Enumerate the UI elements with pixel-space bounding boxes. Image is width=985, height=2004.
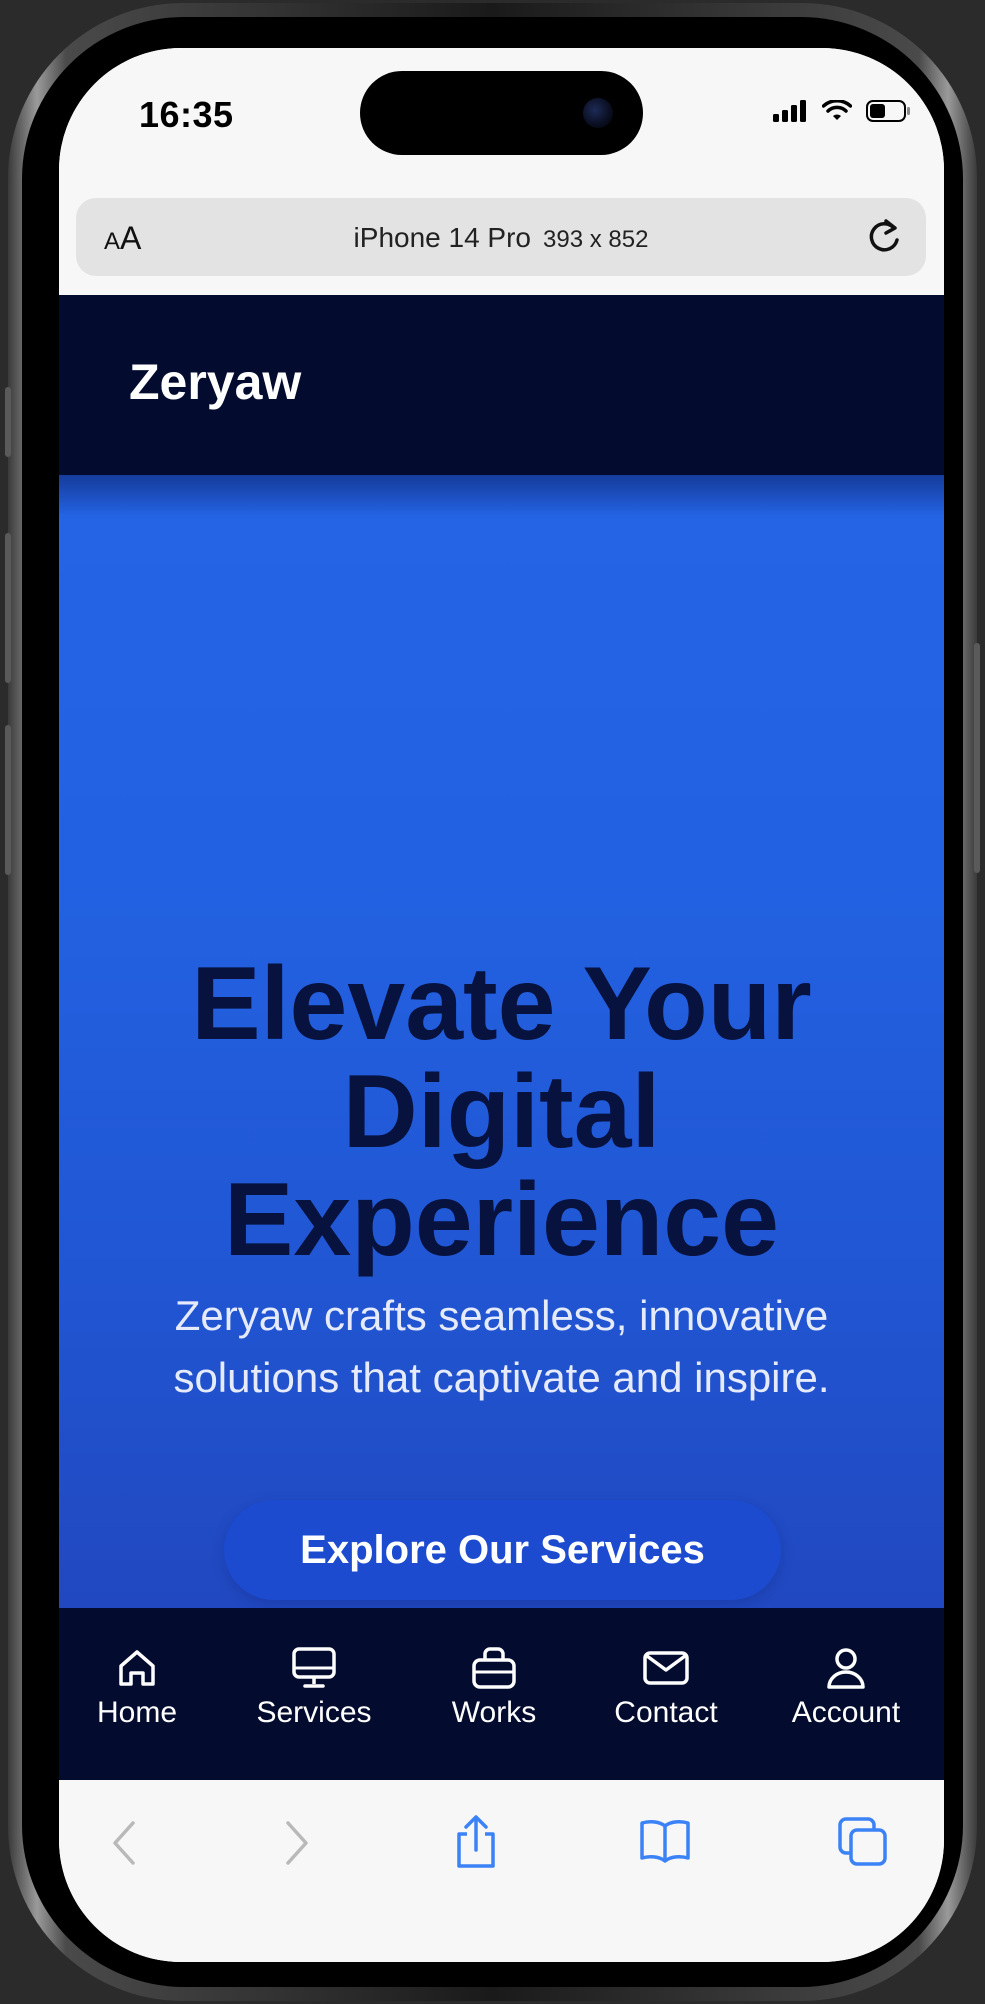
explore-services-button[interactable]: Explore Our Services — [224, 1500, 781, 1600]
phone-screen: 16:35 AA iPhone 14 Pro 393 x 852 Zeryaw … — [59, 48, 944, 1962]
briefcase-icon — [472, 1647, 516, 1689]
address-bar-text: iPhone 14 Pro 393 x 852 — [76, 222, 926, 254]
camera-icon — [583, 98, 613, 128]
hero-shadow — [59, 475, 944, 515]
bookmarks-icon[interactable] — [639, 1818, 691, 1864]
brand-logo[interactable]: Zeryaw — [129, 353, 301, 411]
status-time: 16:35 — [139, 94, 234, 135]
browser-toolbar — [59, 1780, 944, 1962]
nav-item-services[interactable]: Services — [249, 1646, 379, 1730]
wifi-icon — [822, 100, 852, 120]
reload-icon[interactable] — [864, 216, 904, 258]
power-button — [974, 643, 980, 873]
nav-item-contact[interactable]: Contact — [606, 1646, 726, 1730]
nav-label-services: Services — [256, 1696, 372, 1729]
nav-item-works[interactable]: Works — [439, 1646, 549, 1730]
monitor-icon — [292, 1647, 336, 1688]
battery-icon — [866, 100, 910, 122]
share-icon[interactable] — [453, 1814, 499, 1870]
device-dimensions: 393 x 852 — [543, 226, 649, 253]
mail-icon — [643, 1651, 689, 1685]
nav-label-account: Account — [791, 1696, 901, 1729]
nav-item-account[interactable]: Account — [781, 1646, 911, 1730]
action-button — [5, 387, 11, 457]
bottom-navigation: Home Services Works Contact Account — [59, 1608, 944, 1780]
hero-subtitle: Zeryaw crafts seamless, innovative solut… — [173, 1292, 830, 1401]
forward-icon[interactable] — [282, 1818, 312, 1868]
nav-item-home[interactable]: Home — [87, 1646, 187, 1730]
hero-section: Elevate Your Digital Experience Zeryaw c… — [59, 475, 944, 1608]
phone-frame: 16:35 AA iPhone 14 Pro 393 x 852 Zeryaw … — [5, 3, 980, 2001]
signal-icon — [773, 100, 806, 122]
nav-label-contact: Contact — [614, 1696, 718, 1729]
user-icon — [827, 1648, 865, 1689]
address-bar[interactable]: AA iPhone 14 Pro 393 x 852 — [76, 198, 926, 276]
status-bar: 16:35 — [59, 48, 944, 198]
nav-label-home: Home — [96, 1696, 178, 1729]
home-icon — [119, 1650, 155, 1686]
hero-title: Elevate Your Digital Experience — [191, 946, 812, 1278]
volume-up-button — [5, 533, 11, 683]
volume-down-button — [5, 725, 11, 875]
device-name: iPhone 14 Pro — [353, 222, 532, 253]
tabs-icon[interactable] — [837, 1816, 889, 1868]
dynamic-island — [360, 71, 643, 155]
nav-label-works: Works — [451, 1696, 537, 1729]
back-icon[interactable] — [109, 1818, 139, 1868]
site-header: Zeryaw — [59, 295, 944, 475]
status-icons — [772, 100, 912, 122]
